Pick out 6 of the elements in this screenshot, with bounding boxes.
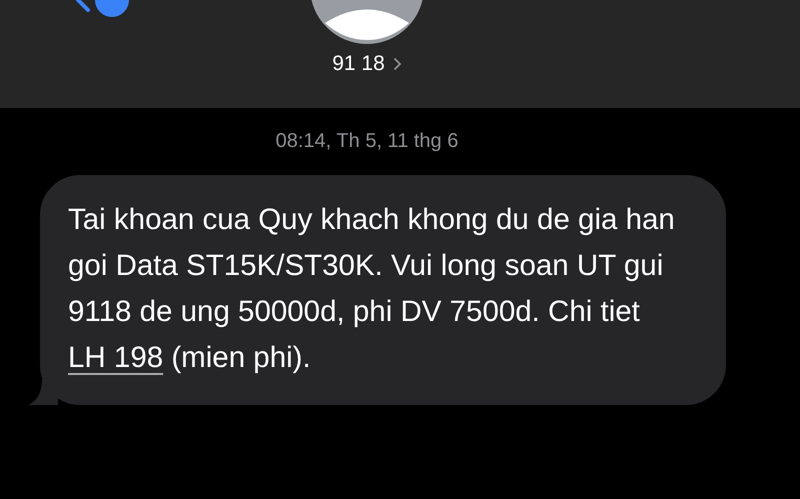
message-timestamp: 08:14, Th 5, 11 thg 6 <box>274 130 460 153</box>
chevron-icon[interactable] <box>392 57 402 71</box>
contact-name[interactable]: 91 18 <box>332 52 385 76</box>
message-bubble: Tai khoan cua Quy khach khong du de gia han goi Data ST15K/ST30K. Vui long soan UT gui 9118 de ung 50000d, phi DV 7500d. Chi tiet LH 198 (mien phi). <box>40 175 726 405</box>
bubble-tail-icon <box>28 379 58 405</box>
phone-link[interactable]: LH 198 <box>68 341 164 374</box>
